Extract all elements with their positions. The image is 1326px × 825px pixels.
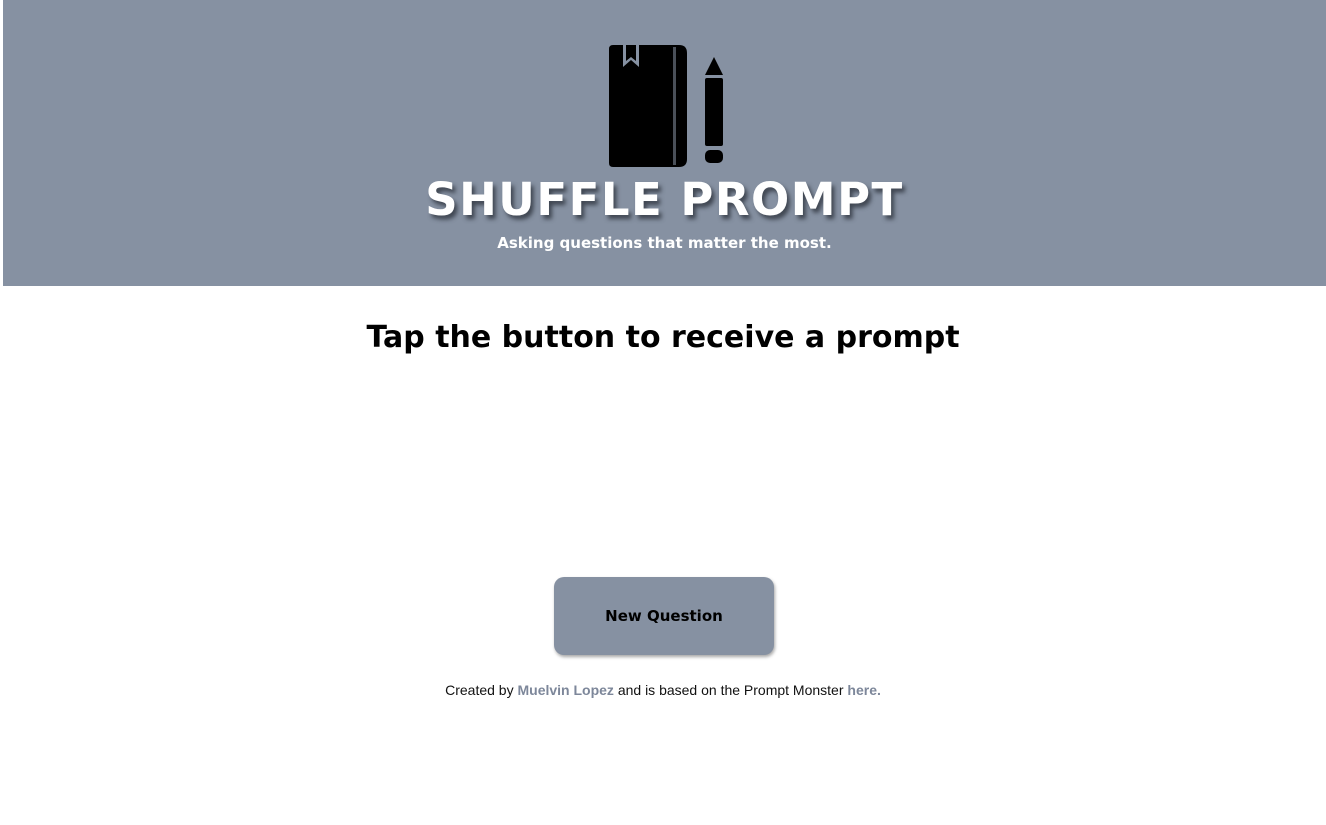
- header-banner: SHUFFLE PROMPT Asking questions that mat…: [3, 0, 1326, 286]
- author-link[interactable]: Muelvin Lopez: [517, 682, 613, 698]
- footer-prefix-text: Created by: [445, 682, 518, 698]
- app-tagline: Asking questions that matter the most.: [497, 234, 832, 252]
- app-title: SHUFFLE PROMPT: [425, 173, 904, 226]
- notebook-pencil-icon: [607, 45, 725, 167]
- footer-middle-text: and is based on the Prompt Monster: [613, 682, 848, 698]
- source-link[interactable]: here.: [847, 682, 880, 698]
- footer-credit: Created by Muelvin Lopez and is based on…: [0, 680, 1326, 700]
- new-question-button[interactable]: New Question: [554, 577, 774, 655]
- prompt-heading: Tap the button to receive a prompt: [366, 320, 960, 355]
